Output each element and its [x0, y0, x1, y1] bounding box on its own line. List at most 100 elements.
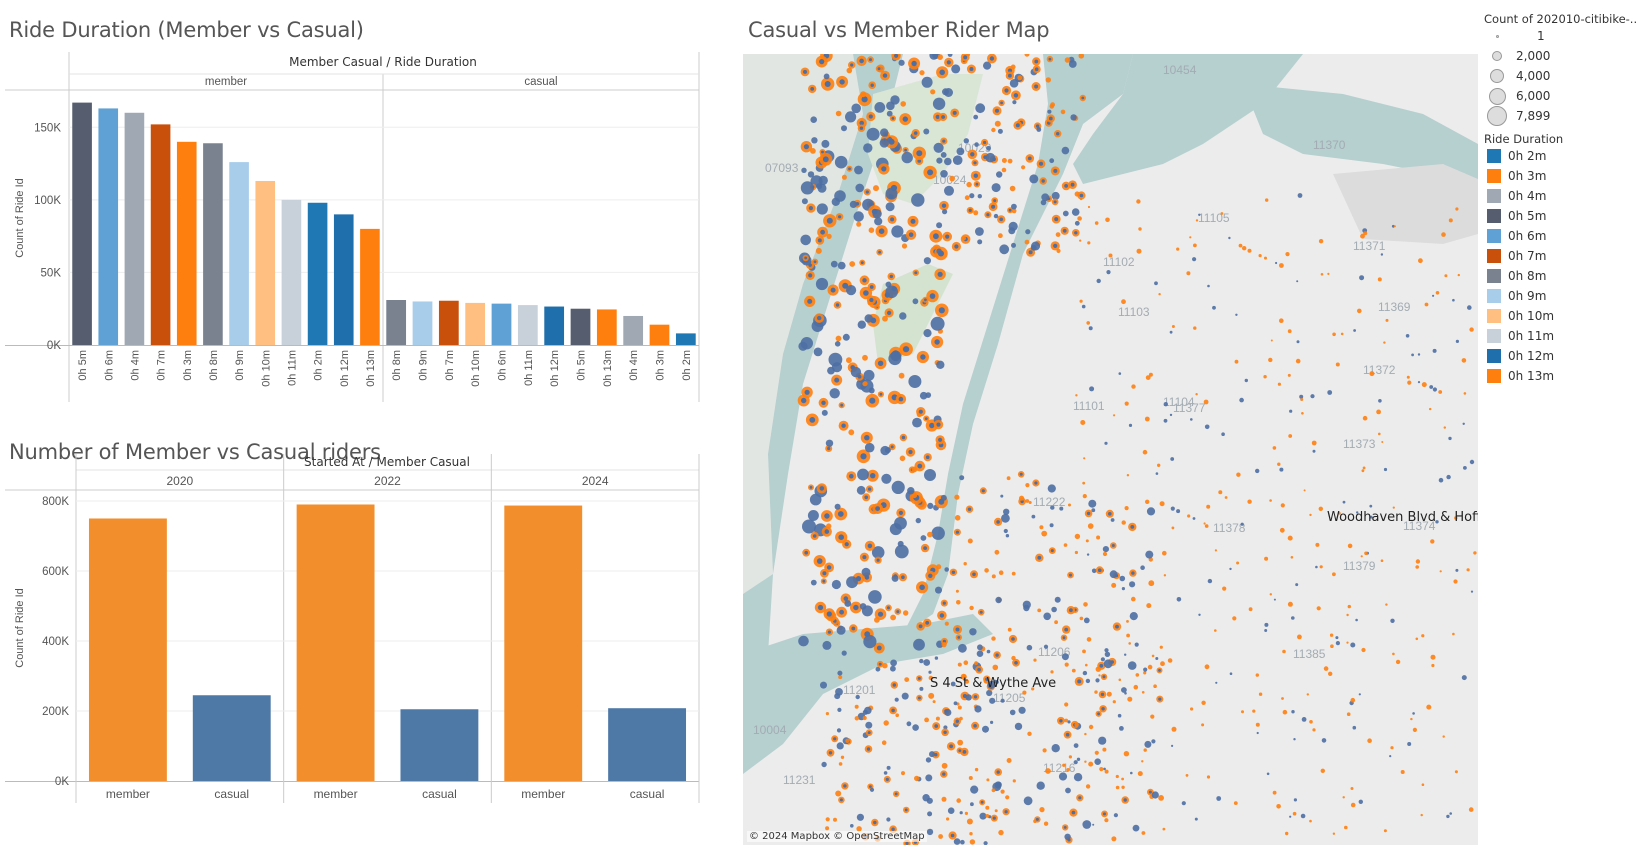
station-dot[interactable] — [903, 610, 909, 616]
station-dot[interactable] — [1159, 501, 1165, 507]
station-dot[interactable] — [1061, 146, 1070, 155]
station-dot[interactable] — [1039, 525, 1044, 530]
station-dot[interactable] — [835, 335, 842, 342]
station-dot[interactable] — [1353, 329, 1356, 332]
station-dot[interactable] — [1082, 494, 1087, 499]
station-dot[interactable] — [1162, 827, 1166, 831]
station-dot[interactable] — [1412, 712, 1415, 715]
station-dot[interactable] — [1195, 219, 1199, 222]
station-dot[interactable] — [1163, 574, 1167, 577]
station-dot[interactable] — [1170, 457, 1175, 461]
station-dot[interactable] — [963, 562, 967, 566]
station-dot[interactable] — [1332, 332, 1336, 337]
station-dot[interactable] — [940, 152, 947, 158]
station-dot[interactable] — [1321, 738, 1327, 743]
station-dot[interactable] — [1005, 795, 1010, 800]
station-dot[interactable] — [807, 171, 815, 178]
station-dot[interactable] — [868, 227, 875, 233]
station-dot[interactable] — [1229, 567, 1232, 571]
station-dot[interactable] — [856, 485, 866, 495]
member-casual-chart[interactable]: Started At / Member Casual 0K 200K 400K 600K… — [0, 454, 740, 847]
station-dot[interactable] — [1163, 418, 1168, 423]
station-dot[interactable] — [999, 244, 1010, 255]
station-dot[interactable] — [1005, 534, 1010, 538]
station-dot[interactable] — [906, 721, 912, 727]
station-dot[interactable] — [1295, 358, 1301, 364]
station-dot[interactable] — [991, 636, 996, 641]
station-dot[interactable] — [1068, 60, 1077, 68]
station-dot[interactable] — [1350, 642, 1356, 648]
station-dot[interactable] — [984, 568, 989, 573]
station-dot[interactable] — [1170, 506, 1175, 511]
station-dot[interactable] — [1079, 239, 1082, 242]
station-dot[interactable] — [1287, 535, 1293, 541]
station-dot[interactable] — [841, 125, 847, 132]
station-dot[interactable] — [1432, 387, 1437, 392]
station-dot[interactable] — [1198, 613, 1201, 616]
station-dot[interactable] — [1169, 330, 1173, 334]
station-dot[interactable] — [1018, 706, 1026, 714]
station-dot[interactable] — [1142, 449, 1148, 455]
station-dot[interactable] — [1319, 565, 1323, 569]
station-dot[interactable] — [1115, 785, 1120, 790]
station-dot[interactable] — [1364, 551, 1368, 556]
station-dot[interactable] — [1049, 158, 1055, 164]
station-dot[interactable] — [1378, 432, 1381, 436]
station-dot[interactable] — [1265, 198, 1269, 202]
station-dot[interactable] — [963, 138, 969, 144]
station-dot[interactable] — [1012, 779, 1016, 783]
chart1-bar[interactable] — [360, 228, 380, 345]
station-dot[interactable] — [1148, 372, 1153, 377]
station-dot[interactable] — [1229, 672, 1233, 675]
station-dot[interactable] — [986, 145, 991, 151]
station-dot[interactable] — [1239, 397, 1244, 403]
station-dot[interactable] — [1074, 550, 1078, 555]
chart2-bar[interactable] — [88, 518, 167, 782]
station-dot[interactable] — [928, 692, 935, 699]
station-dot[interactable] — [985, 805, 990, 810]
station-dot[interactable] — [1443, 426, 1446, 429]
station-dot[interactable] — [1124, 506, 1129, 511]
station-dot[interactable] — [861, 605, 873, 617]
station-dot[interactable] — [944, 567, 949, 572]
station-dot[interactable] — [1327, 272, 1330, 275]
station-dot[interactable] — [1080, 198, 1083, 201]
station-dot[interactable] — [942, 88, 949, 96]
station-dot[interactable] — [1352, 725, 1357, 730]
station-dot[interactable] — [1429, 407, 1432, 411]
station-dot[interactable] — [1113, 414, 1116, 417]
station-dot[interactable] — [1049, 104, 1055, 109]
station-dot[interactable] — [1327, 390, 1333, 395]
station-dot[interactable] — [1115, 774, 1119, 779]
color-legend-item[interactable]: 0h 11m — [1484, 326, 1641, 346]
station-dot[interactable] — [953, 838, 961, 845]
station-dot[interactable] — [828, 352, 843, 367]
station-dot[interactable] — [1448, 436, 1452, 441]
station-dot[interactable] — [1406, 375, 1410, 379]
station-dot[interactable] — [1136, 248, 1142, 254]
station-dot[interactable] — [1104, 818, 1109, 823]
station-dot[interactable] — [1047, 109, 1052, 114]
station-dot[interactable] — [846, 576, 858, 589]
map-attribution[interactable]: © 2024 Mapbox © OpenStreetMap — [747, 831, 927, 842]
station-dot[interactable] — [1453, 579, 1458, 584]
station-dot[interactable] — [1347, 604, 1351, 609]
station-dot[interactable] — [1064, 718, 1069, 723]
station-dot[interactable] — [1466, 568, 1470, 572]
color-legend-item[interactable]: 0h 10m — [1484, 306, 1641, 326]
station-dot[interactable] — [798, 635, 809, 647]
station-dot[interactable] — [1027, 731, 1032, 736]
station-dot[interactable] — [994, 809, 998, 813]
station-dot[interactable] — [1083, 457, 1086, 460]
station-dot[interactable] — [1025, 229, 1031, 235]
station-dot[interactable] — [1130, 771, 1133, 775]
station-dot[interactable] — [1395, 659, 1401, 665]
station-dot[interactable] — [1361, 647, 1366, 653]
station-dot[interactable] — [1420, 813, 1423, 817]
station-dot[interactable] — [815, 277, 829, 291]
station-dot[interactable] — [1424, 302, 1429, 307]
station-dot[interactable] — [816, 203, 828, 215]
station-dot[interactable] — [1150, 714, 1155, 719]
station-dot[interactable] — [994, 549, 1000, 555]
station-dot[interactable] — [920, 535, 927, 541]
